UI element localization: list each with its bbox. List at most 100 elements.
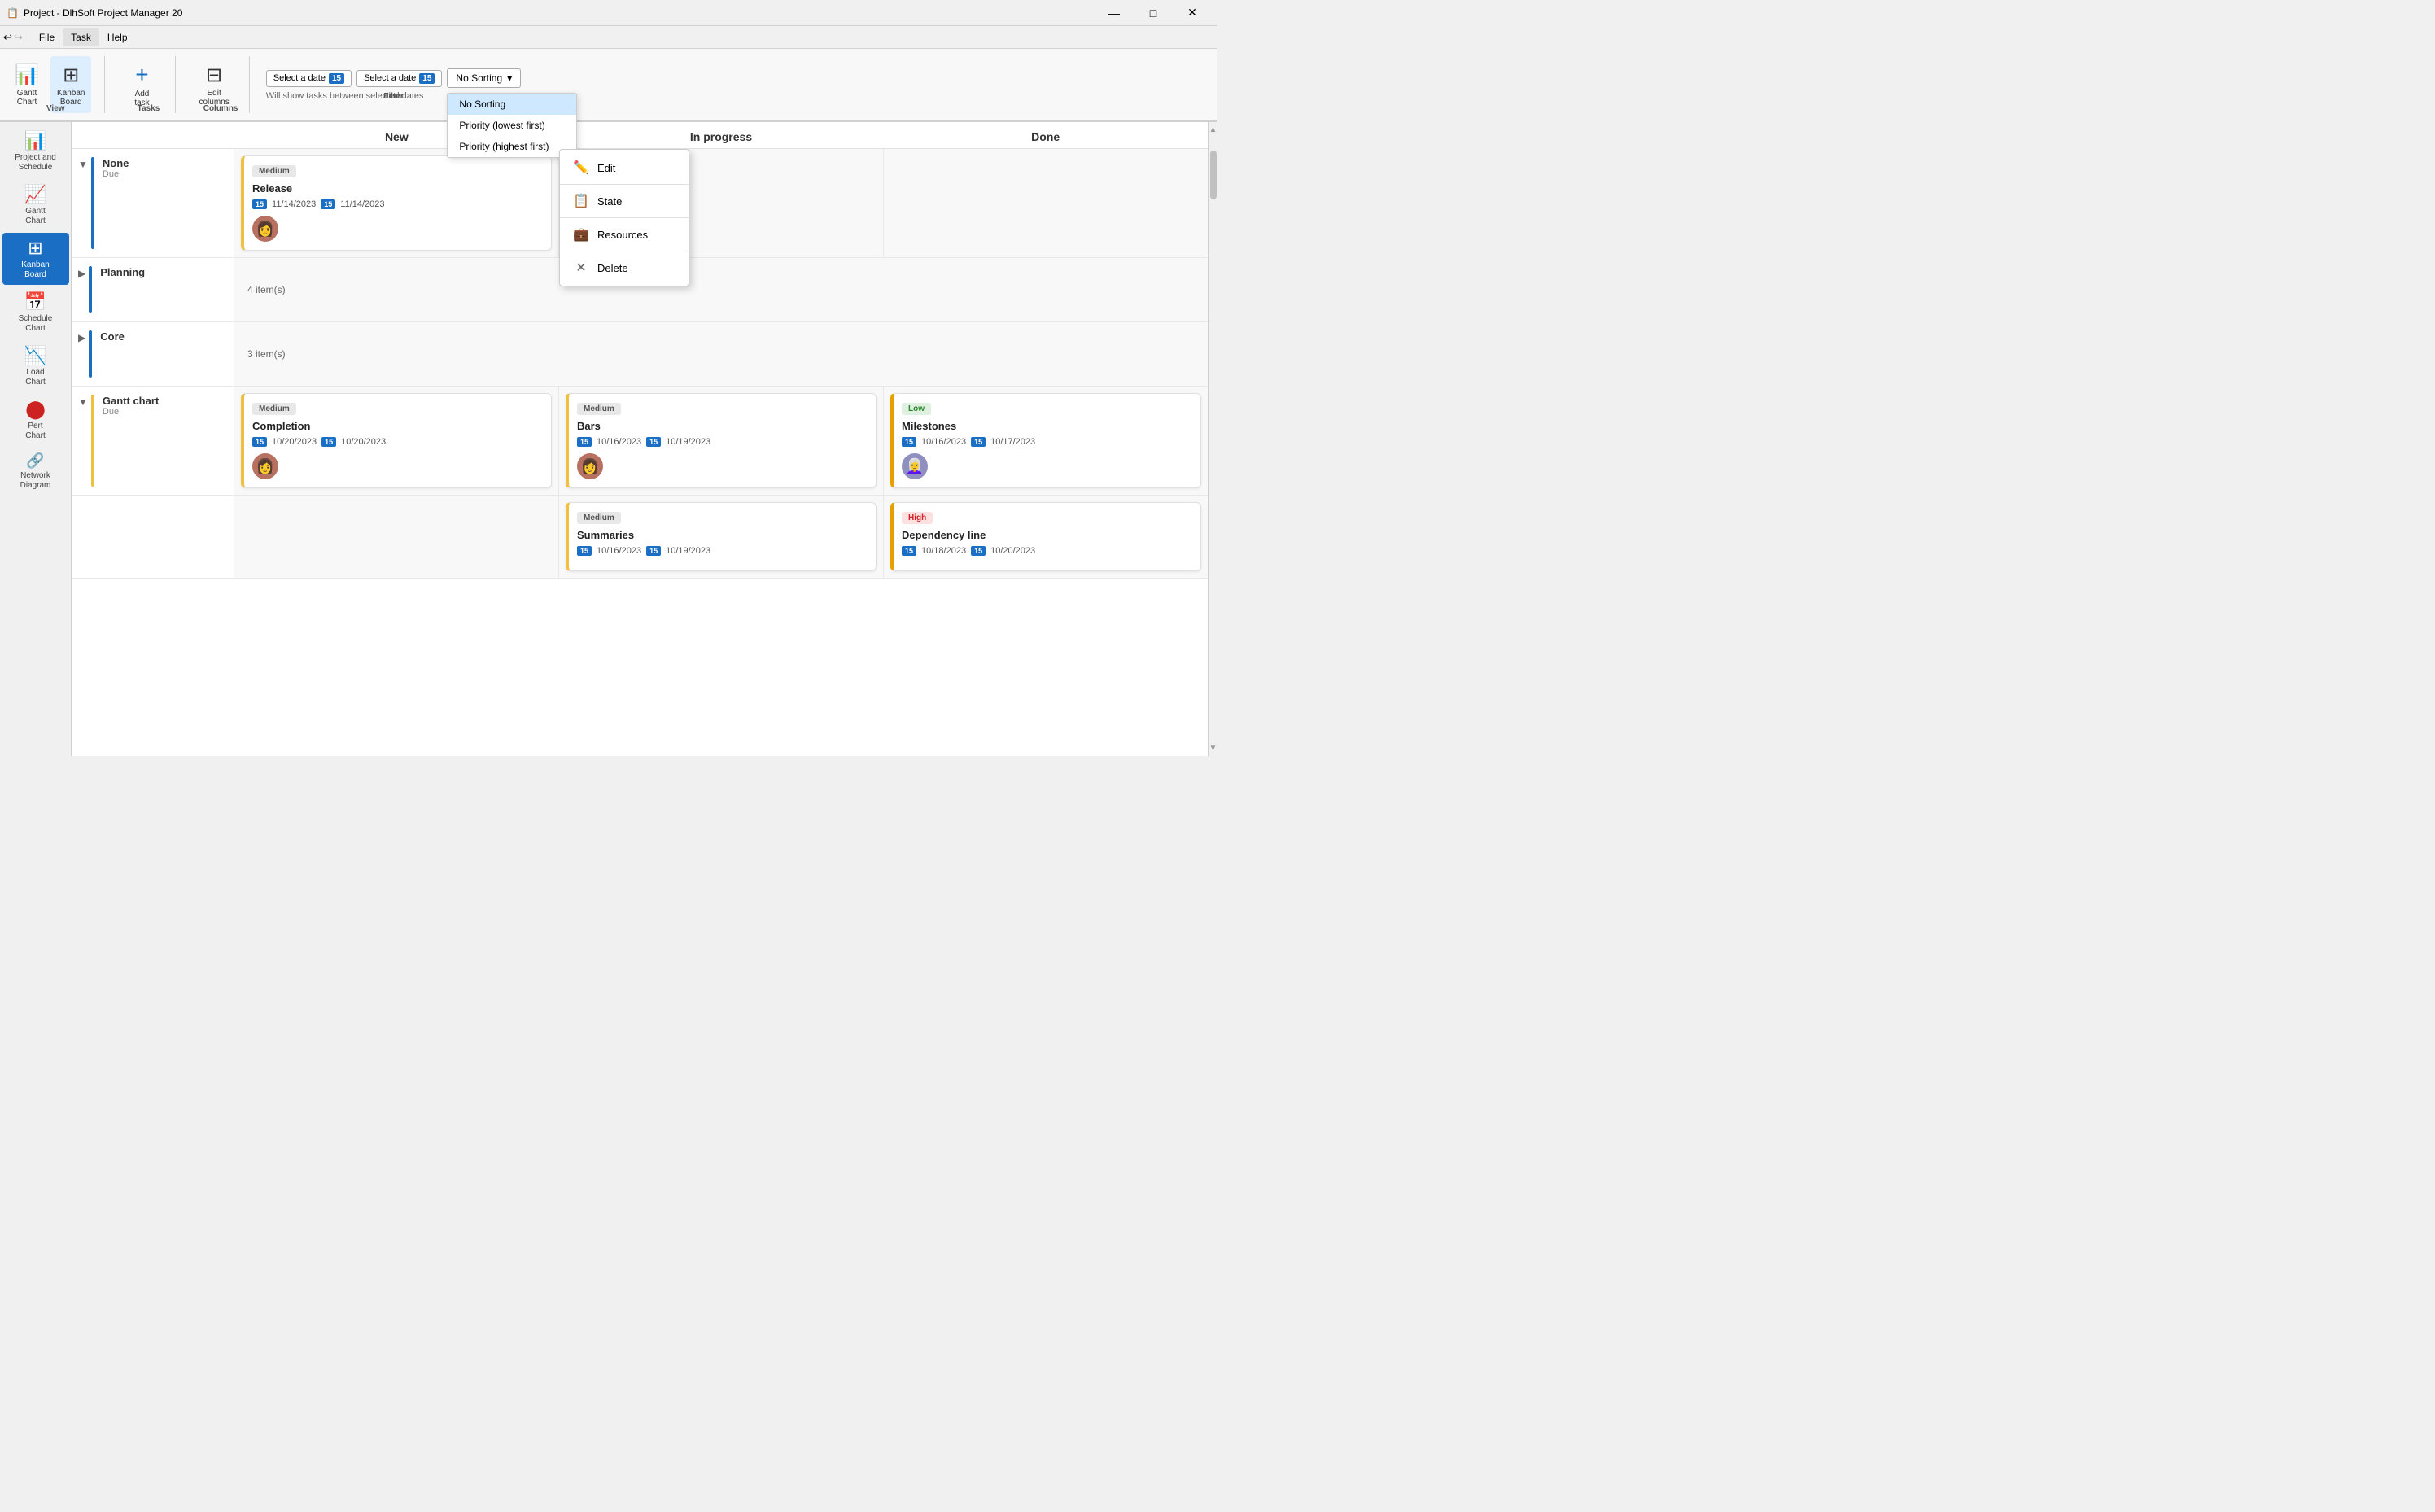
group-name-planning: Planning bbox=[100, 266, 145, 278]
menu-task[interactable]: Task bbox=[63, 28, 99, 46]
ctx-divider-2 bbox=[560, 217, 689, 218]
date-start-milestones: 10/16/2023 bbox=[921, 437, 966, 447]
edit-icon: ✏️ bbox=[573, 160, 589, 176]
date-start-button[interactable]: Select a date 15 bbox=[266, 70, 352, 87]
sort-option-high[interactable]: Priority (highest first) bbox=[448, 136, 576, 157]
group-label-planning: ▶ Planning bbox=[72, 258, 234, 321]
undo-button[interactable]: ↩ bbox=[3, 31, 12, 44]
redo-button[interactable]: ↪ bbox=[14, 31, 23, 44]
ribbon-tasks-group: + Addtask Tasks bbox=[121, 56, 176, 113]
close-button[interactable]: ✕ bbox=[1174, 0, 1211, 26]
ctx-delete[interactable]: ✕ Delete bbox=[560, 253, 689, 282]
sidebar-item-gantt-chart[interactable]: 📈 GanttChart bbox=[2, 179, 69, 231]
ctx-edit[interactable]: ✏️ Edit bbox=[560, 153, 689, 182]
sidebar-label-project-schedule: Project andSchedule bbox=[15, 153, 56, 173]
ctx-state[interactable]: 📋 State bbox=[560, 186, 689, 216]
task-card-dependency[interactable]: High Dependency line 15 10/18/2023 15 10… bbox=[890, 502, 1201, 571]
group-arrow-gantt-chart[interactable]: ▼ bbox=[78, 396, 88, 408]
kanban-column-headers: New In progress Done bbox=[72, 122, 1208, 149]
sort-option-none[interactable]: No Sorting bbox=[448, 94, 576, 115]
gantt-chart-sidebar-icon: 📈 bbox=[24, 184, 46, 205]
task-card-summaries[interactable]: Medium Summaries 15 10/16/2023 15 10/19/… bbox=[566, 502, 877, 571]
minimize-button[interactable]: — bbox=[1095, 0, 1133, 26]
group-label-continuation bbox=[72, 496, 234, 578]
sort-button[interactable]: No Sorting ▾ bbox=[447, 68, 521, 88]
resources-icon: 💼 bbox=[573, 226, 589, 243]
sidebar-item-network-diagram[interactable]: 🔗 NetworkDiagram bbox=[2, 448, 69, 496]
priority-badge-release: Medium bbox=[252, 165, 296, 177]
group-row-gantt-chart: ▼ Gantt chart Due Medium Completion 15 1 bbox=[72, 387, 1208, 496]
menu-help[interactable]: Help bbox=[99, 28, 136, 46]
date-end-dependency: 10/20/2023 bbox=[990, 546, 1035, 556]
planning-collapsed-area: 4 item(s) bbox=[234, 258, 1208, 321]
title-bar-left: 📋 Project - DlhSoft Project Manager 20 bbox=[7, 7, 182, 19]
ribbon-filter-group: Select a date 15 Select a date 15 No Sor… bbox=[266, 68, 521, 101]
date-start-release: 11/14/2023 bbox=[272, 199, 316, 209]
group-name-none: None bbox=[103, 157, 129, 169]
group-arrow-core[interactable]: ▶ bbox=[78, 332, 85, 343]
date-start-bars: 10/16/2023 bbox=[597, 437, 641, 447]
sidebar-item-pert-chart[interactable]: ⬤ PertChart bbox=[2, 394, 69, 446]
task-card-milestones[interactable]: Low Milestones 15 10/16/2023 15 10/17/20… bbox=[890, 393, 1201, 488]
date-start-cal-icon: 15 bbox=[329, 73, 344, 84]
date-end-icon-summaries: 15 bbox=[646, 546, 661, 556]
ribbon: 📊 GanttChart ⊞ KanbanBoard View + Addtas… bbox=[0, 49, 1218, 122]
avatar-completion: 👩 bbox=[252, 453, 278, 479]
group-bar-gantt-chart bbox=[91, 395, 94, 487]
task-card-bars[interactable]: Medium Bars 15 10/16/2023 15 10/19/2023 … bbox=[566, 393, 877, 488]
priority-badge-completion: Medium bbox=[252, 403, 296, 415]
group-row-none: ▼ None Due Medium Release 15 11/14/2023 bbox=[72, 149, 1208, 258]
priority-badge-bars: Medium bbox=[577, 403, 621, 415]
planning-count: 4 item(s) bbox=[241, 271, 292, 308]
continuation-new bbox=[234, 496, 559, 578]
ctx-edit-label: Edit bbox=[597, 162, 615, 174]
ctx-resources[interactable]: 💼 Resources bbox=[560, 220, 689, 249]
ctx-state-label: State bbox=[597, 195, 622, 208]
date-end-label: Select a date bbox=[364, 73, 416, 83]
sidebar-label-load-chart: LoadChart bbox=[25, 368, 45, 387]
scroll-down-button[interactable]: ▼ bbox=[1209, 744, 1218, 756]
group-bar-planning bbox=[89, 266, 92, 313]
group-none-new: Medium Release 15 11/14/2023 15 11/14/20… bbox=[234, 149, 559, 257]
main-layout: 📊 Project andSchedule 📈 GanttChart ⊞ Kan… bbox=[0, 122, 1218, 756]
ctx-resources-label: Resources bbox=[597, 229, 648, 241]
date-start-icon-bars: 15 bbox=[577, 437, 592, 447]
sidebar-item-project-schedule[interactable]: 📊 Project andSchedule bbox=[2, 125, 69, 177]
ctx-divider-1 bbox=[560, 184, 689, 185]
date-end-button[interactable]: Select a date 15 bbox=[356, 70, 442, 87]
load-chart-sidebar-icon: 📉 bbox=[24, 345, 46, 366]
sort-option-low[interactable]: Priority (lowest first) bbox=[448, 115, 576, 136]
sidebar-item-kanban-board[interactable]: ⊞ KanbanBoard bbox=[2, 233, 69, 285]
columns-label: Columns bbox=[192, 104, 248, 113]
sidebar-item-load-chart[interactable]: 📉 LoadChart bbox=[2, 340, 69, 392]
scroll-thumb[interactable] bbox=[1210, 151, 1217, 199]
schedule-chart-sidebar-icon: 📅 bbox=[24, 291, 46, 312]
priority-badge-milestones: Low bbox=[902, 403, 931, 415]
priority-badge-dependency: High bbox=[902, 512, 933, 524]
core-count: 3 item(s) bbox=[241, 335, 292, 373]
sidebar-label-network-diagram: NetworkDiagram bbox=[20, 471, 51, 491]
group-arrow-planning[interactable]: ▶ bbox=[78, 268, 85, 279]
title-bar-controls: — □ ✕ bbox=[1095, 0, 1211, 26]
task-card-release[interactable]: Medium Release 15 11/14/2023 15 11/14/20… bbox=[241, 155, 552, 251]
kanban-board-icon: ⊞ bbox=[63, 63, 79, 87]
task-card-completion[interactable]: Medium Completion 15 10/20/2023 15 10/20… bbox=[241, 393, 552, 488]
sort-chevron-icon: ▾ bbox=[507, 72, 512, 84]
sidebar-item-schedule-chart[interactable]: 📅 ScheduleChart bbox=[2, 286, 69, 339]
sort-label: No Sorting bbox=[456, 72, 502, 84]
maximize-button[interactable]: □ bbox=[1134, 0, 1172, 26]
task-name-dependency: Dependency line bbox=[902, 529, 1192, 541]
task-dates-summaries: 15 10/16/2023 15 10/19/2023 bbox=[577, 546, 868, 556]
group-arrow-none[interactable]: ▼ bbox=[78, 159, 88, 170]
date-end-bars: 10/19/2023 bbox=[666, 437, 710, 447]
task-dates-dependency: 15 10/18/2023 15 10/20/2023 bbox=[902, 546, 1192, 556]
menu-file[interactable]: File bbox=[31, 28, 63, 46]
scroll-up-button[interactable]: ▲ bbox=[1209, 122, 1218, 134]
priority-badge-summaries: Medium bbox=[577, 512, 621, 524]
date-end-completion: 10/20/2023 bbox=[341, 437, 386, 447]
edit-columns-icon: ⊟ bbox=[206, 63, 222, 87]
group-none-done bbox=[884, 149, 1208, 257]
group-bar-none bbox=[91, 157, 94, 249]
scrollbar[interactable]: ▲ ▼ bbox=[1208, 122, 1218, 756]
task-name-bars: Bars bbox=[577, 420, 868, 432]
